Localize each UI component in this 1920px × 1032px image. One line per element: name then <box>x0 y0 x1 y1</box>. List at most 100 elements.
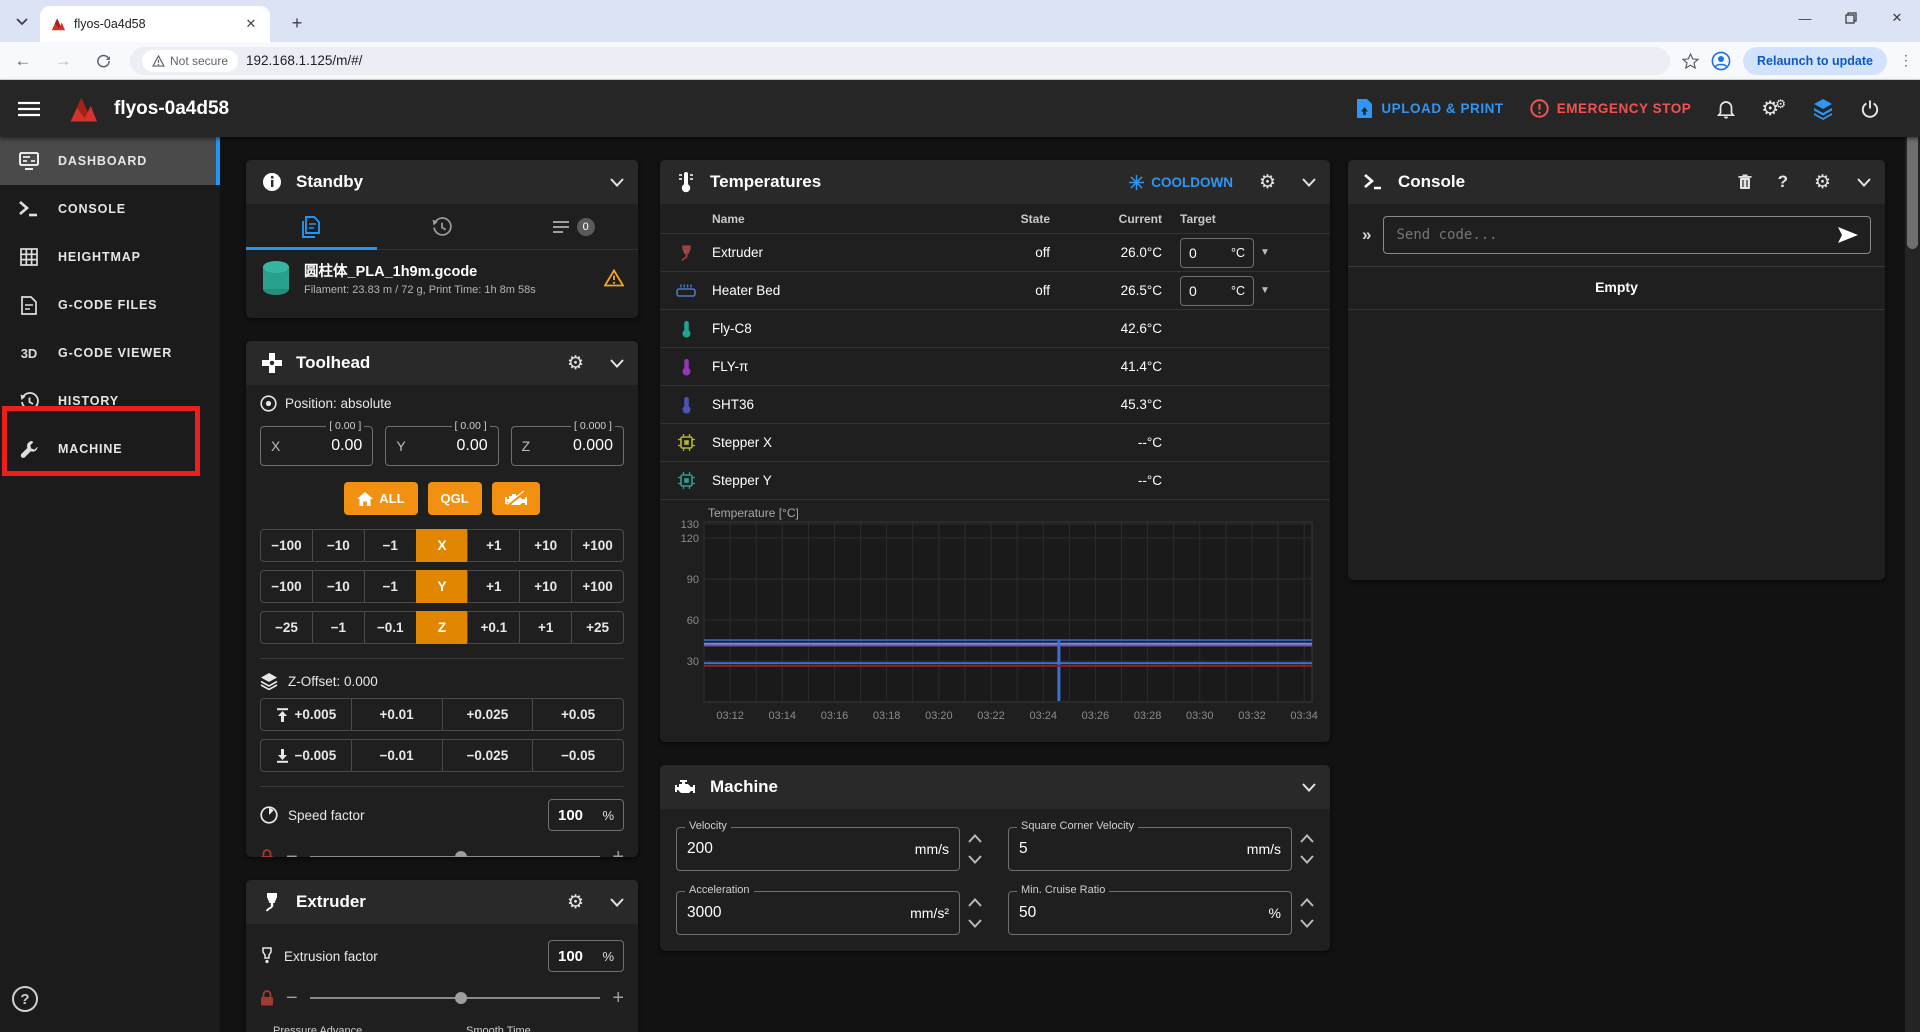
extruder-collapse-chevron[interactable] <box>610 898 624 907</box>
target-temp-input[interactable]: °C <box>1180 276 1254 306</box>
forward-button[interactable]: → <box>46 46 80 76</box>
speed-increase-button[interactable]: + <box>612 847 624 857</box>
machine-collapse-chevron[interactable] <box>1302 783 1316 792</box>
speed-decrease-button[interactable]: − <box>286 847 298 857</box>
jog-button[interactable]: −1 <box>364 570 417 603</box>
machine-field-input[interactable]: Min. Cruise Ratio50% <box>1008 891 1292 935</box>
z-offset-button[interactable]: +0.005 <box>260 698 352 731</box>
notifications-bell-icon[interactable] <box>1717 99 1735 119</box>
page-scrollbar[interactable] <box>1905 80 1920 1032</box>
console-settings-gear-icon[interactable]: ⚙ <box>1814 171 1831 194</box>
stepper-up-icon[interactable] <box>968 898 982 907</box>
jog-button[interactable]: +100 <box>571 570 624 603</box>
address-bar[interactable]: Not secure 192.168.1.125/m/#/ <box>130 47 1670 75</box>
jog-button[interactable]: +25 <box>571 611 624 644</box>
jog-button[interactable]: +10 <box>519 529 572 562</box>
window-minimize-button[interactable]: — <box>1782 0 1828 36</box>
reload-button[interactable] <box>86 46 120 76</box>
jog-axis-y[interactable]: Y <box>416 570 469 603</box>
slider-thumb[interactable] <box>455 851 467 857</box>
temps-collapse-chevron[interactable] <box>1302 178 1316 187</box>
machine-field-input[interactable]: Square Corner Velocity5mm/s <box>1008 827 1292 871</box>
stepper-up-icon[interactable] <box>968 834 982 843</box>
sidebar-item-gcode-files[interactable]: G-CODE FILES <box>0 281 220 329</box>
extrusion-increase-button[interactable]: + <box>612 988 624 1008</box>
extrusion-decrease-button[interactable]: − <box>286 988 298 1008</box>
machine-field-input[interactable]: Velocity200mm/s <box>676 827 960 871</box>
axis-field-x[interactable]: [ 0.00 ] X 0.00 <box>260 426 373 466</box>
tab-search-button[interactable] <box>8 8 36 36</box>
sidebar-item-history[interactable]: HISTORY <box>0 377 220 425</box>
tab-queue[interactable]: 0 <box>507 204 638 249</box>
back-button[interactable]: ← <box>6 46 40 76</box>
stepper-down-icon[interactable] <box>968 919 982 928</box>
console-input-wrap[interactable] <box>1383 216 1871 254</box>
extrusion-factor-slider[interactable] <box>310 997 601 999</box>
tab-files[interactable] <box>246 204 377 249</box>
jog-button[interactable]: −100 <box>260 529 313 562</box>
gcode-file-row[interactable]: 圆柱体_PLA_1h9m.gcode Filament: 23.83 m / 7… <box>246 250 638 306</box>
qgl-button[interactable]: QGL <box>428 482 482 515</box>
jog-button[interactable]: −25 <box>260 611 313 644</box>
home-all-button[interactable]: ALL <box>344 482 417 515</box>
jog-button[interactable]: −1 <box>364 529 417 562</box>
jog-button[interactable]: +100 <box>571 529 624 562</box>
jog-button[interactable]: +0.1 <box>467 611 520 644</box>
jog-button[interactable]: −10 <box>312 570 365 603</box>
status-collapse-chevron[interactable] <box>610 178 624 187</box>
jog-button[interactable]: −100 <box>260 570 313 603</box>
machine-field-input[interactable]: Acceleration3000mm/s² <box>676 891 960 935</box>
jog-button[interactable]: −1 <box>312 611 365 644</box>
extruder-settings-gear-icon[interactable]: ⚙ <box>567 891 584 914</box>
axis-field-z[interactable]: [ 0.000 ] Z 0.000 <box>511 426 624 466</box>
jog-axis-x[interactable]: X <box>416 529 469 562</box>
jog-button[interactable]: +1 <box>467 529 520 562</box>
security-chip[interactable]: Not secure <box>142 50 238 72</box>
extrusion-factor-input[interactable]: 100 % <box>548 940 624 972</box>
window-close-button[interactable]: ✕ <box>1874 0 1920 36</box>
speed-factor-slider[interactable] <box>310 856 601 857</box>
hamburger-menu-icon[interactable] <box>18 101 48 117</box>
layers-update-icon[interactable] <box>1812 98 1834 120</box>
z-offset-button[interactable]: +0.01 <box>351 698 443 731</box>
axis-field-y[interactable]: [ 0.00 ] Y 0.00 <box>385 426 498 466</box>
z-offset-button[interactable]: −0.05 <box>532 739 624 772</box>
sidebar-item-machine[interactable]: MACHINE <box>0 425 220 473</box>
sidebar-item-heightmap[interactable]: HEIGHTMAP <box>0 233 220 281</box>
target-temp-input[interactable]: °C <box>1180 238 1254 268</box>
toolhead-collapse-chevron[interactable] <box>610 359 624 368</box>
preset-dropdown-icon[interactable]: ▼ <box>1260 247 1270 258</box>
slider-thumb[interactable] <box>455 992 467 1004</box>
emergency-stop-button[interactable]: EMERGENCY STOP <box>1530 99 1692 118</box>
jog-axis-z[interactable]: Z <box>416 611 469 644</box>
motors-off-button[interactable] <box>492 482 540 515</box>
console-input[interactable] <box>1396 227 1830 243</box>
z-offset-button[interactable]: +0.025 <box>442 698 534 731</box>
jog-button[interactable]: −0.1 <box>364 611 417 644</box>
stepper-down-icon[interactable] <box>968 855 982 864</box>
jog-button[interactable]: +10 <box>519 570 572 603</box>
sidebar-item-dashboard[interactable]: DASHBOARD <box>0 137 220 185</box>
bookmark-star-icon[interactable] <box>1682 53 1699 69</box>
jog-button[interactable]: −10 <box>312 529 365 562</box>
preset-dropdown-icon[interactable]: ▼ <box>1260 285 1270 296</box>
jog-button[interactable]: +1 <box>519 611 572 644</box>
stepper-up-icon[interactable] <box>1300 898 1314 907</box>
stepper-up-icon[interactable] <box>1300 834 1314 843</box>
power-icon[interactable] <box>1860 99 1880 119</box>
browser-menu-icon[interactable]: ⋮ <box>1899 52 1914 69</box>
console-collapse-chevron[interactable] <box>1857 178 1871 187</box>
speed-factor-input[interactable]: 100 % <box>548 799 624 831</box>
toolhead-settings-gear-icon[interactable]: ⚙ <box>567 352 584 375</box>
stepper-down-icon[interactable] <box>1300 919 1314 928</box>
console-trash-icon[interactable] <box>1738 174 1752 190</box>
profile-avatar-icon[interactable] <box>1711 51 1731 71</box>
upload-and-print-button[interactable]: UPLOAD & PRINT <box>1356 99 1503 118</box>
send-icon[interactable] <box>1838 227 1858 243</box>
sidebar-item-gcode-viewer[interactable]: 3D G-CODE VIEWER <box>0 329 220 377</box>
window-restore-button[interactable] <box>1828 0 1874 36</box>
help-button[interactable]: ? <box>12 986 38 1012</box>
z-offset-button[interactable]: −0.025 <box>442 739 534 772</box>
stepper-down-icon[interactable] <box>1300 855 1314 864</box>
relaunch-to-update-button[interactable]: Relaunch to update <box>1743 47 1887 75</box>
